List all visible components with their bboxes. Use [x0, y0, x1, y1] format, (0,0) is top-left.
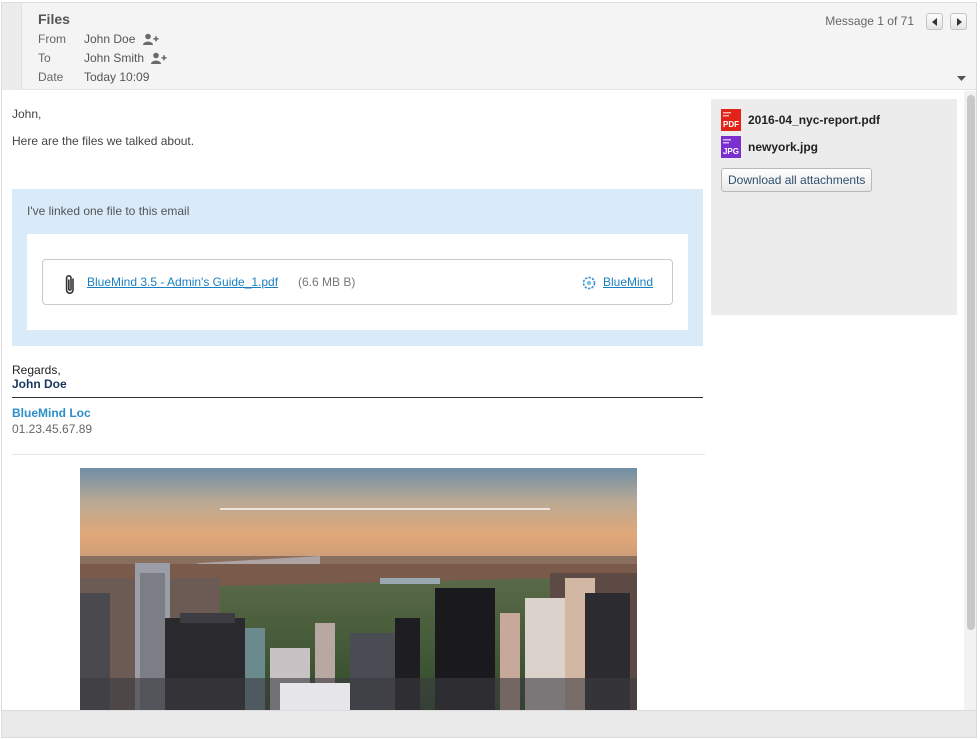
expand-header-icon[interactable] — [957, 76, 966, 82]
download-all-attachments-button[interactable]: Download all attachments — [721, 168, 873, 192]
greeting-text: John, — [12, 107, 42, 121]
linked-file-size: (6.6 MB B) — [298, 275, 356, 289]
from-value: John Doe — [84, 32, 159, 46]
signature-divider — [12, 397, 703, 398]
signature-name: John Doe — [12, 377, 67, 391]
svg-text:JPG: JPG — [723, 147, 739, 156]
triangle-right-icon — [957, 18, 962, 26]
to-name[interactable]: John Smith — [84, 51, 144, 65]
to-label: To — [38, 51, 51, 65]
jpg-file-icon: JPG — [721, 136, 741, 158]
header-side-bar — [2, 3, 22, 90]
signature-separator — [12, 454, 705, 455]
add-contact-icon[interactable] — [142, 33, 159, 45]
message-view: Files From John Doe To John Smith Date T… — [1, 2, 977, 738]
triangle-left-icon — [932, 18, 937, 26]
attachments-panel: PDF 2016-04_nyc-report.pdf JPG newyork.j… — [711, 99, 957, 315]
intro-text: Here are the files we talked about. — [12, 134, 195, 148]
message-subject: Files — [38, 11, 70, 27]
attachment-name[interactable]: newyork.jpg — [748, 140, 818, 154]
previous-message-button[interactable] — [926, 13, 943, 30]
message-counter: Message 1 of 71 — [825, 14, 914, 28]
message-header: Files From John Doe To John Smith Date T… — [2, 3, 976, 90]
attachment-name[interactable]: 2016-04_nyc-report.pdf — [748, 113, 880, 127]
bluemind-link[interactable]: BlueMind — [603, 275, 653, 289]
linked-files-panel: BlueMind 3.5 - Admin's Guide_1.pdf (6.6 … — [27, 234, 688, 330]
add-contact-icon[interactable] — [151, 52, 167, 64]
vertical-scrollbar[interactable] — [964, 91, 976, 711]
footer-bar — [2, 710, 976, 737]
date-label: Date — [38, 70, 64, 84]
date-value: Today 10:09 — [84, 70, 150, 84]
from-name[interactable]: John Doe — [84, 32, 135, 46]
regards-text: Regards, — [12, 363, 61, 377]
bluemind-logo-icon — [582, 276, 596, 290]
signature-phone: 01.23.45.67.89 — [12, 422, 93, 436]
paperclip-icon — [65, 275, 74, 294]
next-message-button[interactable] — [950, 13, 967, 30]
linked-files-note: I've linked one file to this email — [27, 204, 190, 218]
from-label: From — [38, 32, 66, 46]
new-york-skyline-image — [80, 468, 637, 711]
to-value: John Smith — [84, 51, 167, 65]
linked-file-row: BlueMind 3.5 - Admin's Guide_1.pdf (6.6 … — [42, 259, 673, 305]
message-body: John, Here are the files we talked about… — [2, 91, 964, 711]
svg-text:PDF: PDF — [723, 120, 739, 129]
linked-file-link[interactable]: BlueMind 3.5 - Admin's Guide_1.pdf — [87, 275, 278, 289]
signature-company: BlueMind Loc — [12, 406, 91, 420]
scrollbar-thumb[interactable] — [967, 95, 975, 630]
linked-files-box: I've linked one file to this email BlueM… — [12, 189, 703, 346]
pdf-file-icon: PDF — [721, 109, 741, 131]
